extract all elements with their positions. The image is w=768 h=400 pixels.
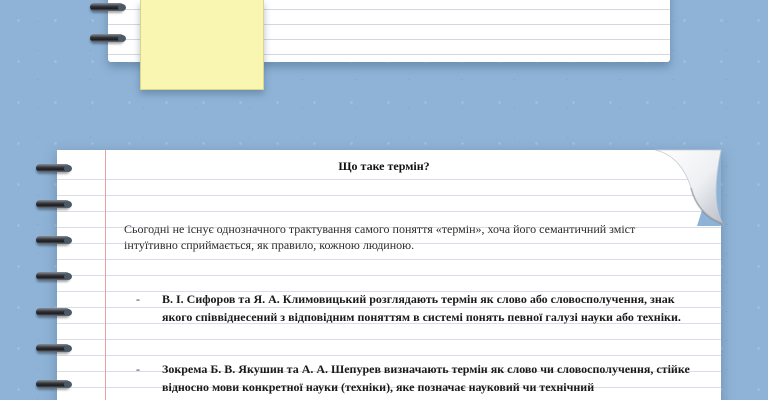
- sticky-note: [140, 0, 264, 90]
- spiral-ring-icon: [36, 343, 76, 355]
- bullet-marker: -: [136, 362, 140, 376]
- page-title: Що таке термін?: [338, 159, 430, 173]
- spiral-ring-icon: [36, 163, 76, 175]
- spiral-ring-icon: [36, 271, 76, 283]
- margin-line: [105, 150, 106, 400]
- spiral-ring-icon: [36, 199, 76, 211]
- spiral-ring-icon: [90, 33, 130, 45]
- spiral-ring-icon: [36, 307, 76, 319]
- spiral-ring-icon: [36, 379, 76, 391]
- intro-paragraph: Сьогодні не існує однозначного трактуван…: [124, 222, 636, 252]
- bullet-marker: -: [136, 292, 140, 306]
- list-item: В. І. Сифоров та Я. А. Климовицький розг…: [162, 292, 681, 324]
- spiral-ring-icon: [90, 2, 130, 14]
- list-item: Зокрема Б. В. Якушин та А. А. Шепурев ви…: [162, 362, 690, 394]
- spiral-ring-icon: [36, 235, 76, 247]
